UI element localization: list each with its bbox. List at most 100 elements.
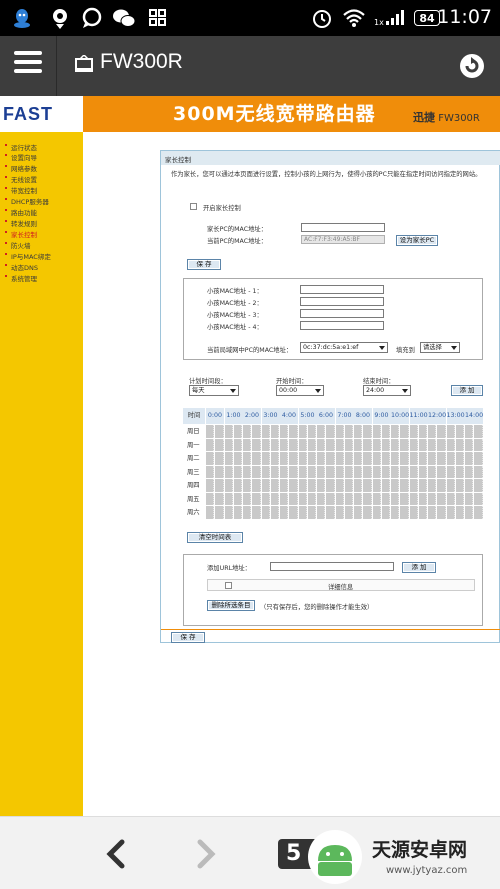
schedule-cell[interactable]	[243, 479, 252, 492]
schedule-cell[interactable]	[317, 425, 326, 438]
lan-mac-select[interactable]: 0c:37:dc:5a:e1:ef	[300, 342, 388, 353]
schedule-cell[interactable]	[261, 438, 270, 451]
schedule-cell[interactable]	[307, 425, 316, 438]
forward-icon[interactable]	[192, 839, 220, 869]
schedule-cell[interactable]	[437, 479, 446, 492]
schedule-cell[interactable]	[317, 492, 326, 505]
sidebar-item-wizard[interactable]: 设置向导	[5, 152, 37, 162]
schedule-cell[interactable]	[391, 492, 400, 505]
schedule-cell[interactable]	[344, 479, 353, 492]
schedule-cell[interactable]	[446, 465, 455, 478]
schedule-cell[interactable]	[270, 452, 279, 465]
schedule-cell[interactable]	[428, 452, 437, 465]
add-schedule-button[interactable]: 添 加	[451, 385, 483, 396]
schedule-cell[interactable]	[391, 506, 400, 519]
schedule-cell[interactable]	[446, 452, 455, 465]
schedule-cell[interactable]	[455, 479, 464, 492]
schedule-cell[interactable]	[465, 492, 474, 505]
schedule-cell[interactable]	[474, 506, 483, 519]
schedule-cell[interactable]	[465, 465, 474, 478]
schedule-cell[interactable]	[363, 492, 372, 505]
schedule-cell[interactable]	[372, 425, 381, 438]
schedule-cell[interactable]	[335, 425, 344, 438]
schedule-cell[interactable]	[224, 492, 233, 505]
schedule-cell[interactable]	[418, 452, 427, 465]
clear-schedule-button[interactable]: 清空时间表	[187, 532, 243, 543]
schedule-cell[interactable]	[298, 425, 307, 438]
schedule-cell[interactable]	[409, 492, 418, 505]
schedule-cell[interactable]	[400, 465, 409, 478]
schedule-cell[interactable]	[465, 425, 474, 438]
child-mac-input-2[interactable]	[300, 297, 384, 306]
schedule-cell[interactable]	[224, 506, 233, 519]
url-input[interactable]	[270, 562, 394, 571]
schedule-cell[interactable]	[298, 452, 307, 465]
schedule-cell[interactable]	[289, 465, 298, 478]
schedule-cell[interactable]	[317, 465, 326, 478]
schedule-cell[interactable]	[307, 479, 316, 492]
schedule-cell[interactable]	[289, 425, 298, 438]
plan-time-select[interactable]: 每天	[189, 385, 239, 396]
sidebar-item-forwarding[interactable]: 转发规则	[5, 218, 37, 228]
schedule-cell[interactable]	[409, 452, 418, 465]
schedule-cell[interactable]	[381, 438, 390, 451]
back-icon[interactable]	[102, 839, 130, 869]
sidebar-item-network[interactable]: 网络参数	[5, 163, 37, 173]
schedule-cell[interactable]	[270, 425, 279, 438]
schedule-cell[interactable]	[270, 492, 279, 505]
schedule-cell[interactable]	[307, 506, 316, 519]
schedule-cell[interactable]	[363, 506, 372, 519]
child-mac-input-1[interactable]	[300, 285, 384, 294]
start-time-select[interactable]: 00:00	[276, 385, 324, 396]
schedule-cell[interactable]	[224, 425, 233, 438]
schedule-cell[interactable]	[428, 465, 437, 478]
schedule-cell[interactable]	[437, 492, 446, 505]
schedule-cell[interactable]	[381, 506, 390, 519]
schedule-cell[interactable]	[261, 425, 270, 438]
schedule-cell[interactable]	[363, 452, 372, 465]
schedule-cell[interactable]	[400, 452, 409, 465]
schedule-cell[interactable]	[354, 452, 363, 465]
schedule-cell[interactable]	[418, 425, 427, 438]
schedule-cell[interactable]	[446, 438, 455, 451]
schedule-cell[interactable]	[437, 506, 446, 519]
schedule-cell[interactable]	[418, 438, 427, 451]
schedule-cell[interactable]	[298, 438, 307, 451]
schedule-cell[interactable]	[233, 479, 242, 492]
schedule-cell[interactable]	[280, 492, 289, 505]
schedule-cell[interactable]	[446, 479, 455, 492]
schedule-cell[interactable]	[270, 438, 279, 451]
schedule-cell[interactable]	[391, 465, 400, 478]
schedule-cell[interactable]	[298, 492, 307, 505]
schedule-cell[interactable]	[206, 452, 215, 465]
schedule-cell[interactable]	[418, 506, 427, 519]
schedule-cell[interactable]	[465, 506, 474, 519]
schedule-cell[interactable]	[446, 425, 455, 438]
schedule-cell[interactable]	[455, 452, 464, 465]
parent-mac-input[interactable]	[301, 223, 385, 232]
schedule-cell[interactable]	[243, 506, 252, 519]
schedule-cell[interactable]	[344, 438, 353, 451]
schedule-cell[interactable]	[354, 425, 363, 438]
schedule-cell[interactable]	[270, 506, 279, 519]
schedule-cell[interactable]	[317, 438, 326, 451]
schedule-cell[interactable]	[215, 425, 224, 438]
schedule-cell[interactable]	[233, 465, 242, 478]
schedule-cell[interactable]	[391, 438, 400, 451]
schedule-cell[interactable]	[400, 438, 409, 451]
schedule-cell[interactable]	[409, 506, 418, 519]
schedule-cell[interactable]	[252, 438, 261, 451]
schedule-cell[interactable]	[289, 479, 298, 492]
select-all-url-checkbox[interactable]	[225, 582, 232, 589]
schedule-cell[interactable]	[335, 479, 344, 492]
schedule-cell[interactable]	[363, 425, 372, 438]
schedule-cell[interactable]	[307, 438, 316, 451]
schedule-cell[interactable]	[289, 506, 298, 519]
schedule-cell[interactable]	[474, 465, 483, 478]
child-mac-input-3[interactable]	[300, 309, 384, 318]
schedule-cell[interactable]	[428, 506, 437, 519]
schedule-cell[interactable]	[206, 425, 215, 438]
schedule-cell[interactable]	[215, 492, 224, 505]
schedule-cell[interactable]	[298, 506, 307, 519]
schedule-cell[interactable]	[409, 425, 418, 438]
